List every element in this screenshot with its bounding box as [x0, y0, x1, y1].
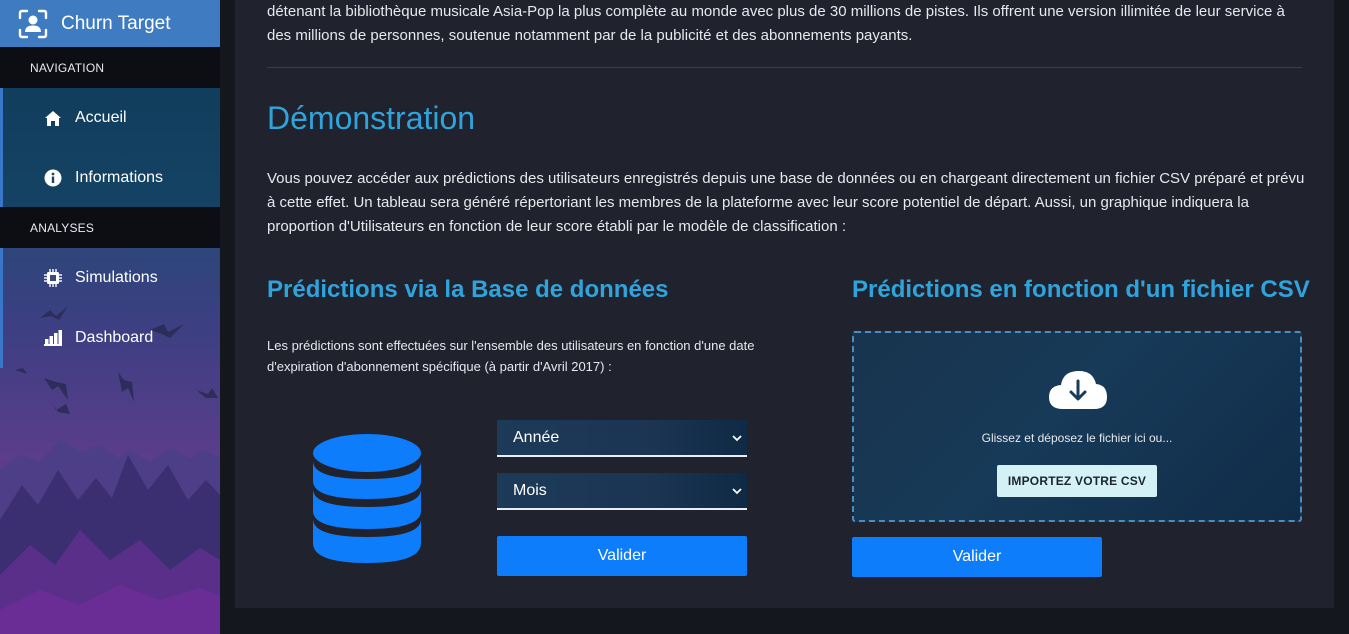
csv-predictions-title: Prédictions en fonction d'un fichier CSV [852, 276, 1310, 303]
sidebar-item-simulations[interactable]: Simulations [0, 248, 220, 308]
chevron-down-icon [732, 488, 742, 495]
intro-paragraph: détenant la bibliothèque musicale Asia-P… [267, 3, 1285, 44]
section-divider [267, 67, 1302, 68]
cloud-download-icon [1049, 371, 1107, 409]
sidebar-item-label: Simulations [75, 269, 158, 286]
sidebar-item-informations[interactable]: Informations [0, 148, 220, 208]
db-predictions-description: Les prédictions sont effectuées sur l'en… [267, 338, 755, 374]
chip-icon [43, 269, 62, 288]
import-csv-button[interactable]: IMPORTEZ VOTRE CSV [997, 465, 1157, 497]
dropzone-instructions: Glissez et déposez le fichier ici ou... [981, 431, 1173, 445]
info-icon [43, 169, 62, 188]
csv-submit-button[interactable]: Valider [852, 537, 1102, 577]
demo-section-title: Démonstration [267, 100, 476, 136]
year-select-value: Année [513, 428, 560, 446]
sidebar-item-accueil[interactable]: Accueil [0, 88, 220, 148]
year-select[interactable]: Année [497, 420, 747, 457]
home-icon [43, 109, 62, 128]
chevron-down-icon [732, 435, 742, 442]
sidebar-item-label: Dashboard [75, 329, 154, 346]
database-icon [313, 434, 421, 563]
demo-section-description: Vous pouvez accéder aux prédictions des … [267, 170, 1305, 235]
main-panel: détenant la bibliothèque musicale Asia-P… [235, 0, 1334, 608]
month-select-value: Mois [513, 481, 547, 499]
sidebar: Churn Target NAVIGATION Accueil Informat… [0, 0, 220, 634]
sidebar-item-label: Accueil [75, 109, 127, 126]
db-submit-button[interactable]: Valider [497, 536, 747, 576]
db-predictions-title: Prédictions via la Base de données [267, 276, 669, 303]
csv-dropzone[interactable]: Glissez et déposez le fichier ici ou... … [852, 331, 1302, 522]
brand-bar[interactable]: Churn Target [0, 0, 220, 47]
month-select[interactable]: Mois [497, 473, 747, 510]
user-scan-icon [18, 9, 48, 38]
sidebar-item-label: Informations [75, 169, 164, 186]
bar-chart-icon [43, 329, 62, 348]
sidebar-item-dashboard[interactable]: Dashboard [0, 308, 220, 368]
nav-section-header: NAVIGATION [0, 47, 220, 88]
app-title: Churn Target [61, 12, 171, 34]
analyses-section-header: ANALYSES [0, 207, 220, 248]
